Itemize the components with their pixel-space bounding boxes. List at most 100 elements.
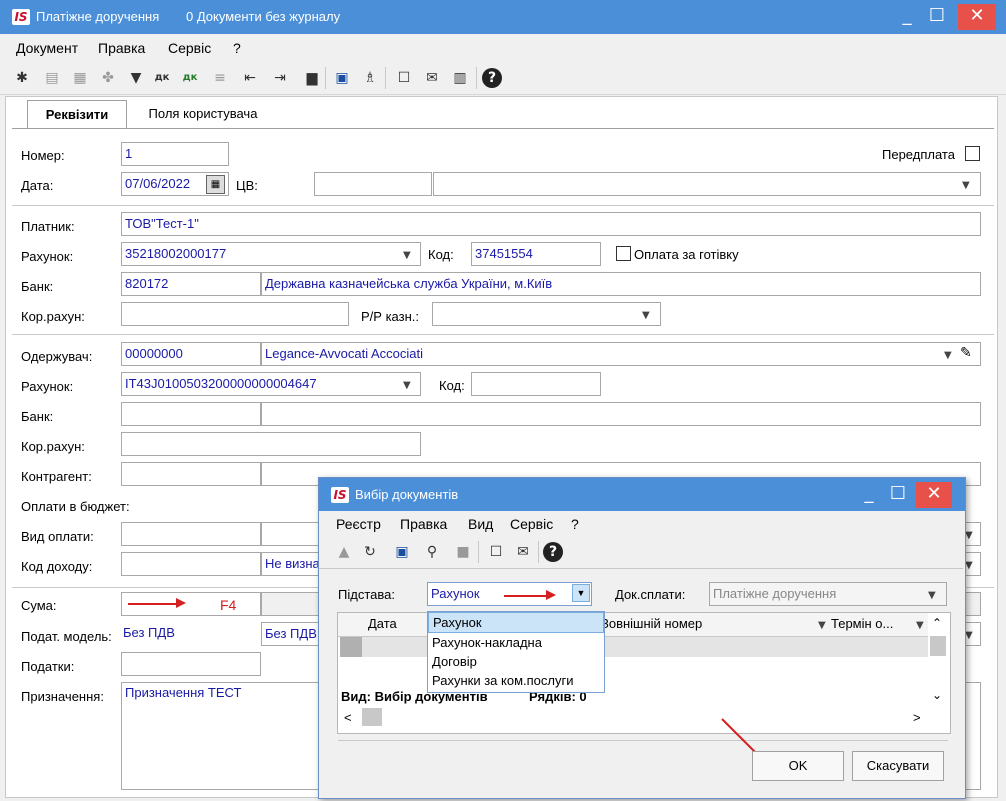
maximize-button[interactable]: ☐: [922, 4, 952, 30]
prepayment-checkbox[interactable]: [965, 146, 980, 161]
pay-type-input[interactable]: [121, 522, 261, 546]
chevron-down-icon[interactable]: ▼: [403, 250, 411, 261]
recipient-bank-code-input[interactable]: [121, 402, 261, 426]
tree-icon[interactable]: ≡: [210, 68, 230, 88]
form-icon[interactable]: ☐: [394, 68, 414, 88]
taxes-input[interactable]: [121, 652, 261, 676]
recipient-name-input[interactable]: Legance-Avvocati Accociati: [261, 342, 981, 366]
column-date[interactable]: Дата: [368, 612, 397, 636]
chevron-down-icon[interactable]: ▼: [642, 310, 650, 321]
doc-pay-select[interactable]: Платіжне доручення: [709, 582, 947, 606]
dialog-maximize-button[interactable]: ☐: [883, 482, 913, 508]
arrow-annotation: [504, 595, 548, 597]
column-term[interactable]: Термін о...: [831, 612, 893, 636]
recipient-corr-input[interactable]: [121, 432, 421, 456]
menu-service[interactable]: Сервіс: [168, 40, 211, 56]
calendar-icon[interactable]: ▦: [206, 175, 225, 194]
cancel-button[interactable]: Скасувати: [852, 751, 944, 781]
option-contract[interactable]: Договір: [428, 652, 604, 671]
basis-select[interactable]: Рахунок: [427, 582, 592, 606]
chevron-down-icon[interactable]: ▼: [403, 380, 411, 391]
vertical-scrollbar[interactable]: [930, 636, 946, 656]
horizontal-scrollbar[interactable]: [362, 708, 382, 726]
chevron-down-icon[interactable]: ▼: [965, 560, 973, 571]
cv-select[interactable]: [433, 172, 981, 196]
save-icon[interactable]: ▣: [332, 68, 352, 88]
copy-doc-icon[interactable]: ▤: [42, 68, 62, 88]
option-invoice-waybill[interactable]: Рахунок-накладна: [428, 633, 604, 652]
scroll-down-icon[interactable]: ⌄: [932, 688, 942, 702]
recipient-label: Одержувач:: [21, 349, 93, 364]
refresh-icon[interactable]: ↻: [360, 542, 380, 562]
minimize-button[interactable]: _: [892, 4, 922, 30]
payer-bank-code-input[interactable]: 820172: [121, 272, 261, 296]
column-external-number[interactable]: Зовнішній номер: [601, 612, 702, 636]
cash-payment-checkbox[interactable]: [616, 246, 631, 261]
help-icon[interactable]: ?: [482, 68, 502, 88]
payer-account-select[interactable]: 35218002000177: [121, 242, 421, 266]
help-icon[interactable]: ?: [543, 542, 563, 562]
cv-input[interactable]: [314, 172, 432, 196]
dialog-menu-service[interactable]: Сервіс: [510, 516, 553, 532]
hierarchy-icon[interactable]: ♗: [360, 68, 380, 88]
menu-help[interactable]: ?: [233, 40, 241, 56]
chevron-down-icon[interactable]: ▼: [965, 530, 973, 541]
dialog-menu-view[interactable]: Вид: [468, 516, 493, 532]
recipient-account-select[interactable]: IT43J0100503200000000004647: [121, 372, 421, 396]
payer-bank-name-input[interactable]: Державна казначейська служба України, м.…: [261, 272, 981, 296]
divider: [12, 334, 994, 335]
save-icon[interactable]: ▣: [392, 542, 412, 562]
delete-doc-icon[interactable]: ▦: [70, 68, 90, 88]
tab-requisites[interactable]: Реквізити: [27, 100, 127, 129]
menu-edit[interactable]: Правка: [98, 40, 145, 56]
column-filter-icon[interactable]: ▼: [916, 620, 924, 631]
number-input[interactable]: 1: [121, 142, 229, 166]
debit-credit-icon[interactable]: дк: [152, 68, 172, 88]
group-icon[interactable]: ✤: [98, 68, 118, 88]
tax-model-input[interactable]: Без ПДВ: [121, 622, 261, 646]
email-icon[interactable]: ✉: [513, 542, 533, 562]
chevron-down-icon[interactable]: ▼: [944, 350, 952, 361]
dialog-minimize-button[interactable]: _: [854, 482, 884, 508]
email-icon[interactable]: ✉: [422, 68, 442, 88]
payer-corr-input[interactable]: [121, 302, 349, 326]
column-filter-icon[interactable]: ▼: [818, 620, 826, 631]
chevron-down-icon[interactable]: ▼: [572, 584, 590, 602]
income-code-input[interactable]: [121, 552, 261, 576]
scroll-up-icon[interactable]: ⌃: [932, 616, 942, 630]
option-invoice[interactable]: Рахунок: [428, 612, 604, 633]
block-icon[interactable]: ■: [453, 542, 473, 562]
debit-credit-green-icon[interactable]: дк: [180, 68, 200, 88]
form-icon[interactable]: ☐: [486, 542, 506, 562]
search-icon[interactable]: ⚲: [422, 542, 442, 562]
chevron-down-icon[interactable]: ▼: [928, 590, 936, 601]
tab-user-fields[interactable]: Поля користувача: [136, 100, 270, 128]
new-doc-icon[interactable]: ✱: [12, 68, 32, 88]
select-icon[interactable]: ▲: [334, 542, 354, 562]
print-icon[interactable]: ▆: [302, 68, 322, 88]
menu-document[interactable]: Документ: [16, 40, 78, 56]
dialog-close-button[interactable]: ✕: [916, 482, 952, 508]
ok-button[interactable]: OK: [752, 751, 844, 781]
counterparty-code-input[interactable]: [121, 462, 261, 486]
filter-icon[interactable]: ▼: [126, 68, 146, 88]
recipient-code-input[interactable]: 00000000: [121, 342, 261, 366]
import-icon[interactable]: ⇤: [240, 68, 260, 88]
chevron-down-icon[interactable]: ▼: [962, 180, 970, 191]
option-utility-bills[interactable]: Рахунки за ком.послуги: [428, 671, 604, 690]
recipient-code2-input[interactable]: [471, 372, 601, 396]
recipient-bank-name-input[interactable]: [261, 402, 981, 426]
close-button[interactable]: ✕: [958, 4, 996, 30]
rr-treasury-select[interactable]: [432, 302, 661, 326]
scroll-left-icon[interactable]: <: [344, 710, 352, 725]
dialog-menu-edit[interactable]: Правка: [400, 516, 447, 532]
payer-code-input[interactable]: 37451554: [471, 242, 601, 266]
columns-icon[interactable]: ▥: [450, 68, 470, 88]
pencil-icon[interactable]: ✎: [960, 345, 972, 361]
dialog-menu-help[interactable]: ?: [571, 516, 579, 532]
chevron-down-icon[interactable]: ▼: [965, 630, 973, 641]
export-icon[interactable]: ⇥: [270, 68, 290, 88]
payer-input[interactable]: ТОВ"Тест-1": [121, 212, 981, 236]
scroll-right-icon[interactable]: >: [913, 710, 921, 725]
dialog-menu-register[interactable]: Реєстр: [336, 516, 381, 532]
